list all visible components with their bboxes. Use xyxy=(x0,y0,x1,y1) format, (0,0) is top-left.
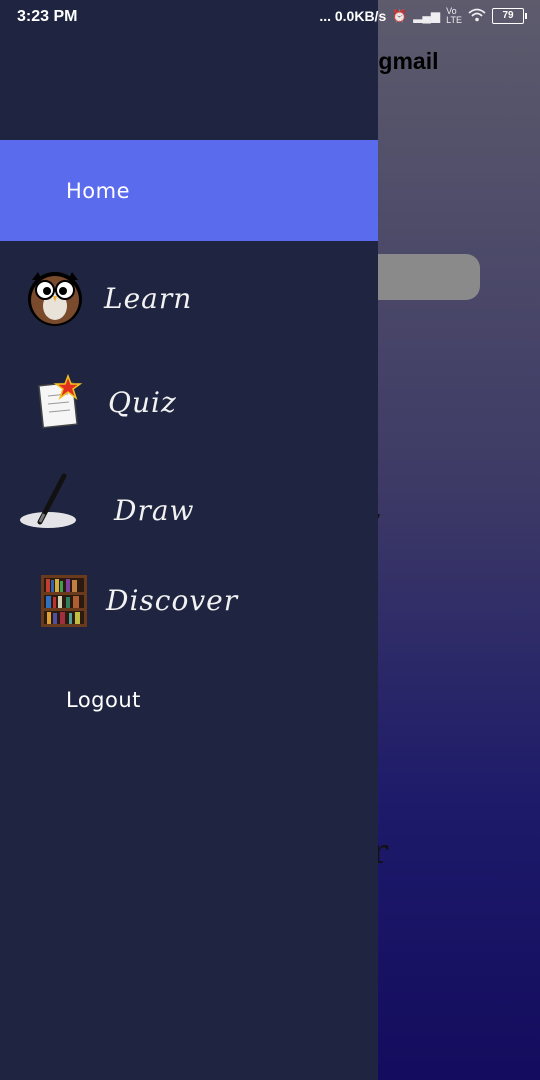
wifi-icon xyxy=(468,8,486,25)
drawer-item-label: Learn xyxy=(104,282,193,315)
drawer-item-label: Draw xyxy=(114,494,195,527)
drawer-item-draw[interactable]: Draw xyxy=(0,470,378,540)
drawer-item-label: Discover xyxy=(106,584,239,617)
status-time: 3:23 PM xyxy=(17,8,78,25)
drawer-item-label: Logout xyxy=(66,688,141,712)
drawer-item-label: Home xyxy=(66,178,131,203)
pen-icon xyxy=(16,472,78,537)
signal-icon: ▂▄▆ xyxy=(413,9,441,23)
network-speed: ... 0.0KB/s xyxy=(319,8,387,24)
user-email: @gmail xyxy=(378,48,439,74)
drawer-item-learn[interactable]: Learn xyxy=(0,262,378,332)
volte-icon: Vo LTE xyxy=(446,6,462,25)
alarm-icon: ⏰ xyxy=(392,9,408,23)
drawer-item-label: Quiz xyxy=(108,386,177,419)
drawer-item-quiz[interactable]: Quiz xyxy=(0,368,378,438)
bookshelf-icon xyxy=(40,574,88,633)
status-bar: 3:23 PM ... 0.0KB/s ⏰ ▂▄▆ Vo LTE 79 xyxy=(0,0,540,34)
quiz-paper-icon xyxy=(38,373,84,435)
owl-icon xyxy=(24,266,86,333)
drawer-item-logout[interactable]: Logout xyxy=(0,670,378,730)
drawer-item-discover[interactable]: Discover xyxy=(0,570,378,634)
status-icons: ... 0.0KB/s ⏰ ▂▄▆ Vo LTE 79 xyxy=(319,6,527,25)
drawer-item-home[interactable]: Home xyxy=(0,140,378,241)
navigation-drawer: Home Learn Quiz Draw Discover Logout xyxy=(0,0,378,1080)
battery-icon: 79 xyxy=(492,8,527,24)
